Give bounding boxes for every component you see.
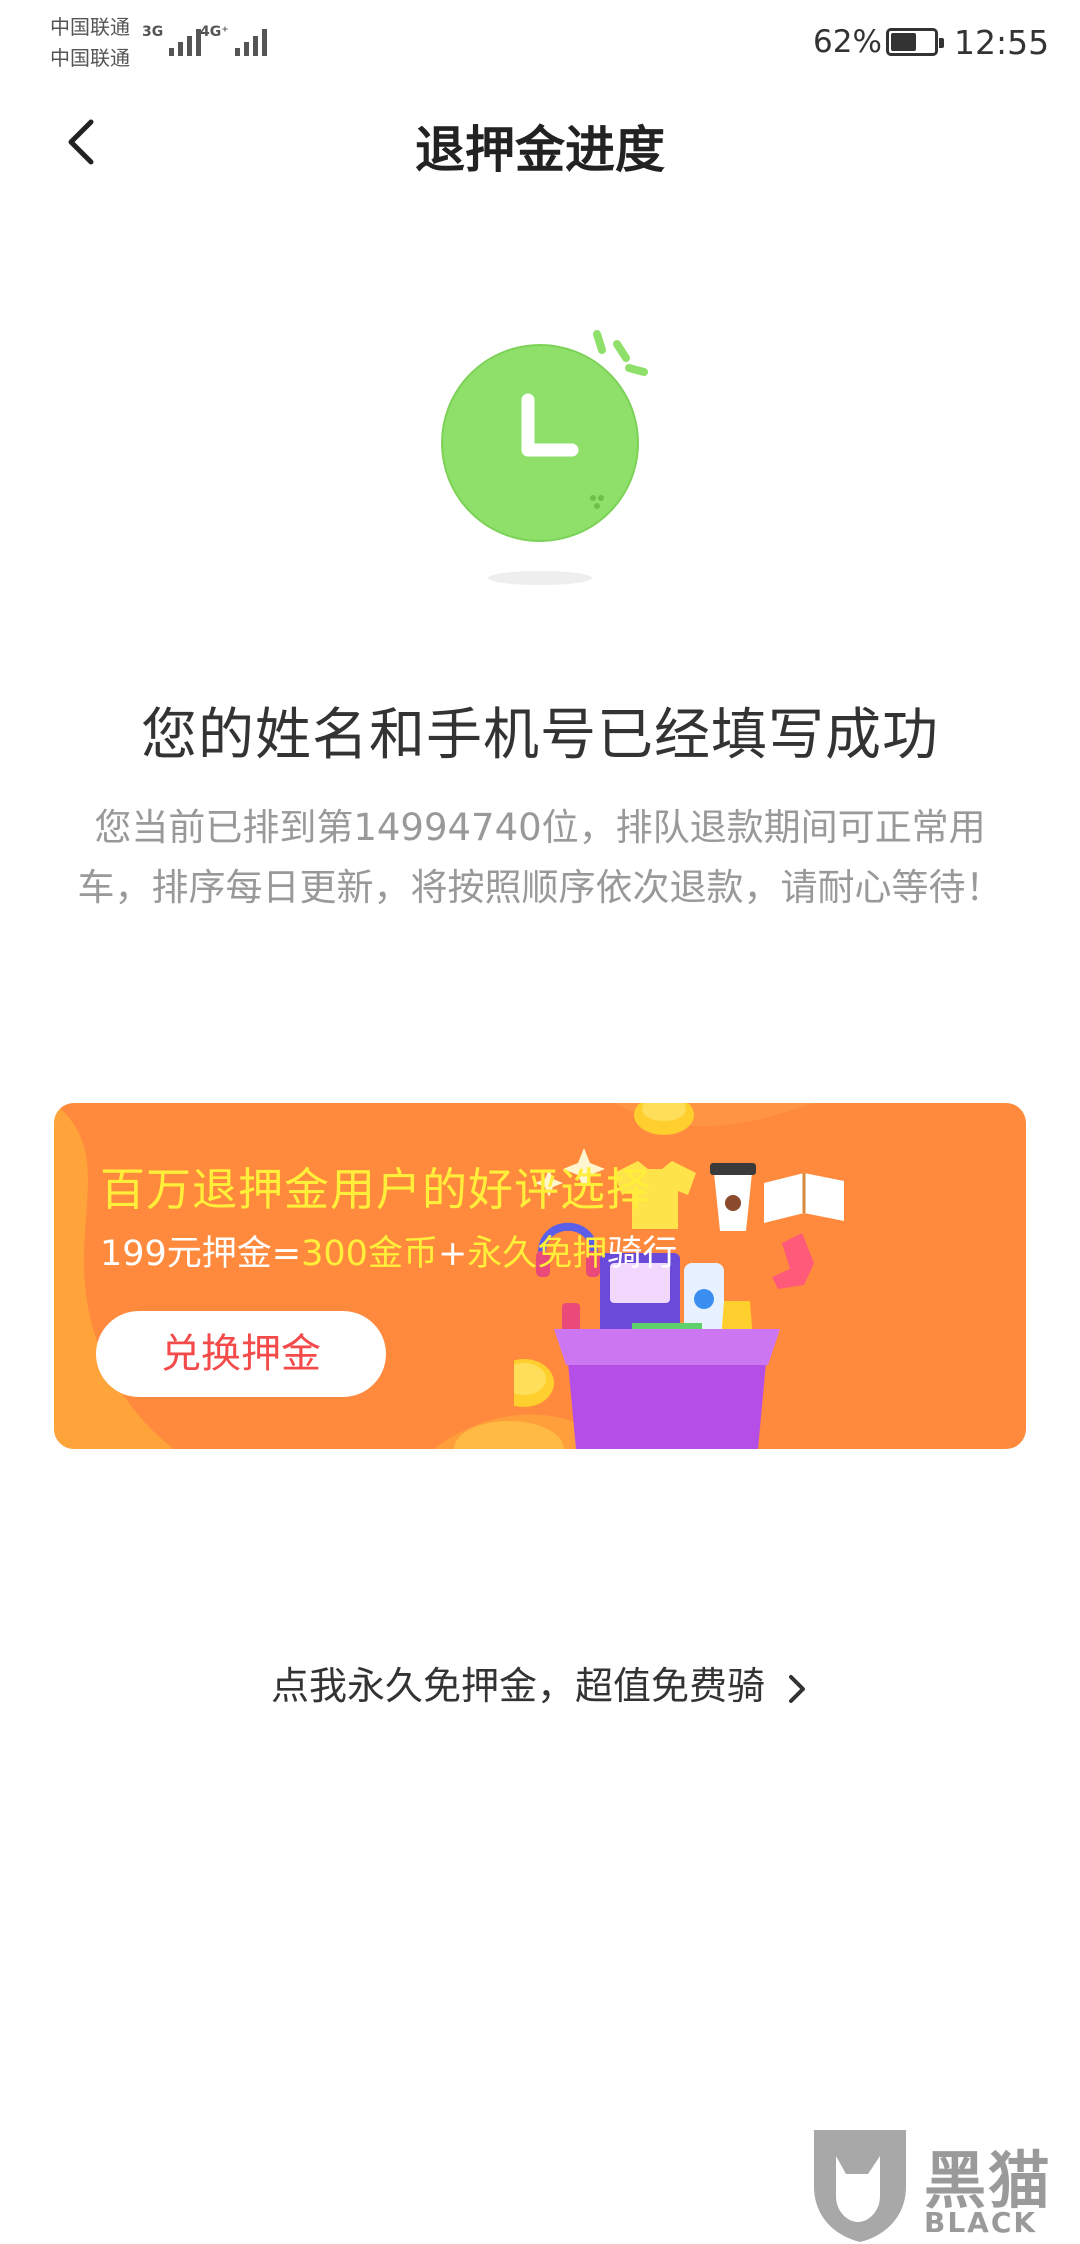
battery-icon <box>886 28 944 56</box>
carrier-name-2: 中国联通 <box>50 46 130 70</box>
status-illustration <box>430 320 670 590</box>
status-headline: 您的姓名和手机号已经填写成功 <box>141 703 939 768</box>
page-title: 退押金进度 <box>415 121 665 179</box>
banner-title: 百万退押金用户的好评选择 <box>100 1163 653 1216</box>
promo-banner[interactable]: 百万退押金用户的好评选择 199元押金=300金币+永久免押骑行 兑换押金 <box>54 1103 1026 1449</box>
cat-shield-logo-icon <box>814 2130 906 2242</box>
signal-icon-1: 3G <box>142 24 202 56</box>
status-bar: 中国联通 中国联通 3G 4G⁺ 62% 12:55 <box>0 0 1080 80</box>
free-deposit-link[interactable]: 点我永久免押金，超值免费骑 <box>0 1655 1080 1710</box>
watermark-text-en: BLACK CAT <box>924 2206 1038 2244</box>
network-type-2: 4G⁺ <box>200 24 229 40</box>
banner-subtitle: 199元押金=300金币+永久免押骑行 <box>100 1225 677 1276</box>
queue-description: 您当前已排到第14994740位，排队退款期间可正常用车，排序每日更新，将按照顺… <box>77 806 1003 909</box>
status-time: 12:55 <box>954 23 1050 62</box>
exchange-deposit-button[interactable]: 兑换押金 <box>96 1311 386 1397</box>
battery-percent: 62% <box>813 24 882 60</box>
clock-icon <box>441 330 648 585</box>
chevron-right-icon <box>789 1674 806 1703</box>
free-deposit-link-label: 点我永久免押金，超值免费骑 <box>270 1664 765 1708</box>
subtitle-free-deposit: 永久免押 <box>467 1234 608 1274</box>
subtitle-plus: + <box>437 1234 468 1274</box>
subtitle-ride: 骑行 <box>607 1234 678 1274</box>
subtitle-deposit: 199元押金= <box>100 1234 302 1274</box>
subtitle-coins: 300金币 <box>301 1234 438 1274</box>
watermark: 黑猫 BLACK CAT <box>806 2126 1080 2244</box>
signal-icon-2: 4G⁺ <box>200 24 267 56</box>
carrier-name-1: 中国联通 <box>50 15 130 39</box>
network-type-1: 3G <box>142 24 164 40</box>
nav-bar: 退押金进度 <box>0 80 1080 210</box>
